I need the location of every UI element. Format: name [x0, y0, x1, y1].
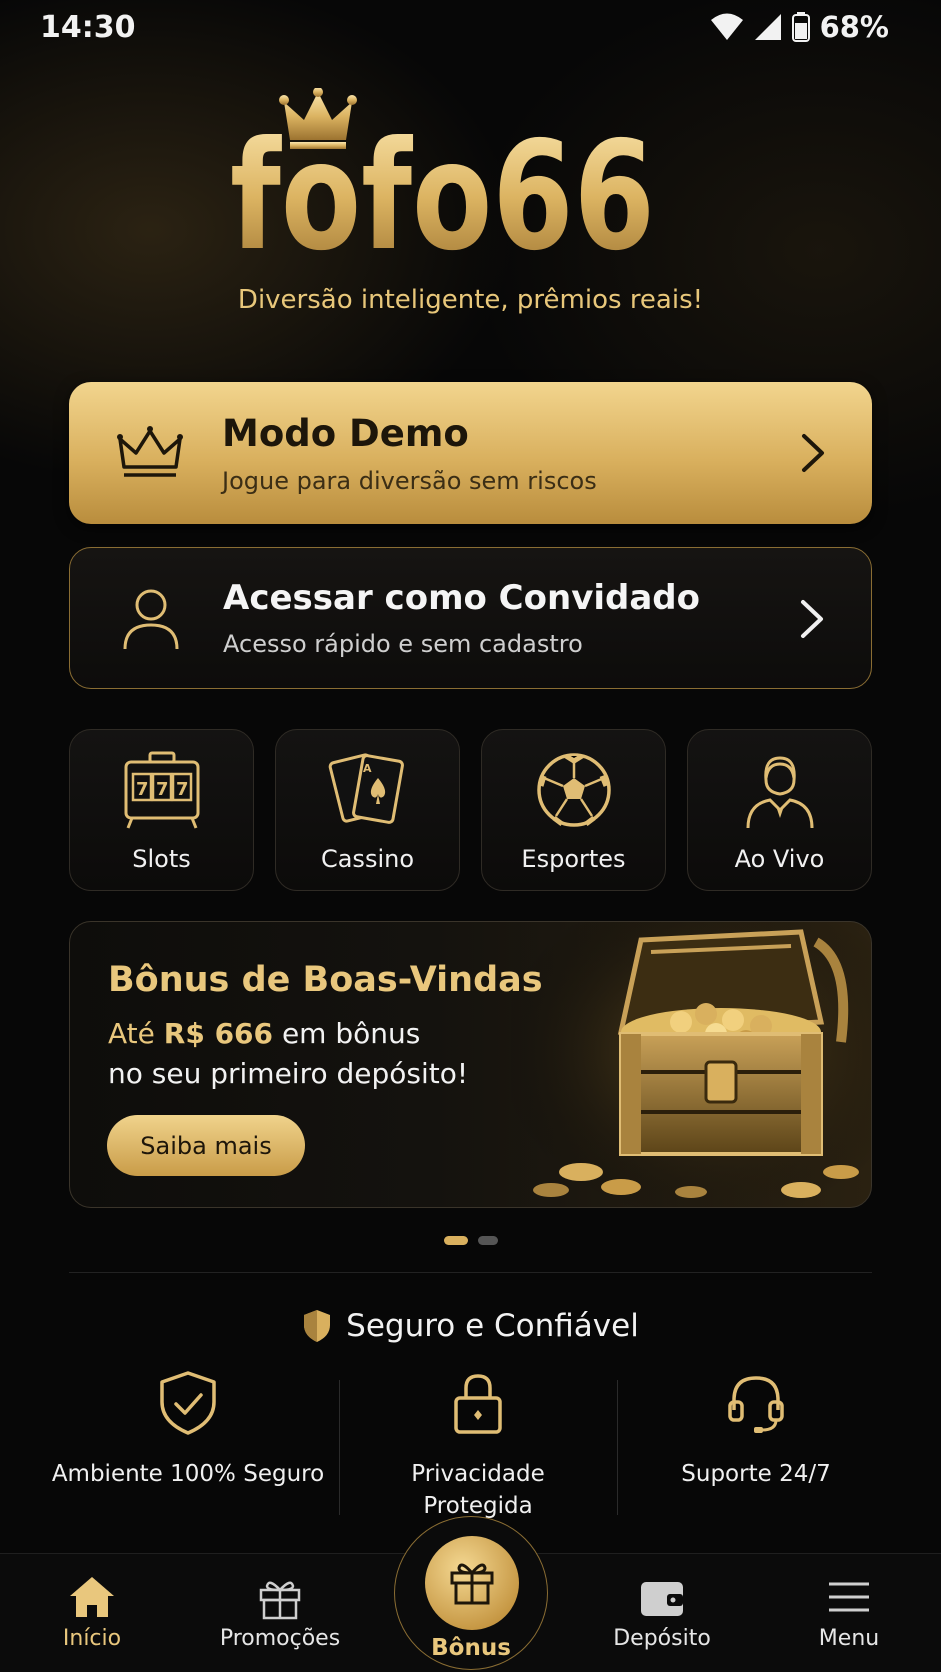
bonus-button[interactable] — [425, 1536, 519, 1630]
learn-more-button[interactable]: Saiba mais — [107, 1115, 305, 1176]
user-icon — [123, 589, 179, 650]
trust-label: Ambiente 100% Seguro — [51, 1461, 325, 1487]
category-esportes[interactable]: Esportes — [481, 729, 666, 891]
brand-logo: fofo66 — [230, 88, 655, 263]
home-icon — [70, 1577, 114, 1617]
nav-home[interactable]: Início — [7, 1554, 177, 1672]
wifi-icon — [710, 13, 743, 40]
nav-deposit-label: Depósito — [613, 1626, 711, 1651]
promo-suffix: em bônus — [281, 1017, 421, 1050]
gift-icon — [259, 1581, 301, 1620]
category-label: Slots — [132, 845, 191, 873]
welcome-bonus-banner[interactable]: Bônus de Boas-Vindas Até R$ 666 em bônus… — [69, 921, 872, 1208]
hamburger-menu-icon — [829, 1582, 869, 1612]
trust-label: Privacidade Protegida — [338, 1458, 618, 1522]
carousel-dot[interactable] — [478, 1236, 498, 1245]
status-bar: 14:30 68% — [0, 0, 941, 56]
chevron-right-icon — [802, 434, 824, 472]
trust-header: Seguro e Confiável — [0, 1308, 941, 1344]
app-screen: 14:30 68% fofo66 Diversão inteligente, p… — [0, 0, 941, 1672]
promo-prefix: Até — [108, 1017, 155, 1050]
category-ao-vivo[interactable]: Ao Vivo — [687, 729, 872, 891]
nav-bonus-label: Bônus — [431, 1635, 511, 1661]
promo-offer-line: Até R$ 666 em bônus — [108, 1017, 420, 1050]
battery-icon — [791, 12, 810, 42]
category-label: Ao Vivo — [734, 845, 825, 873]
battery-percent: 68% — [819, 10, 889, 44]
nav-deposit[interactable]: Depósito — [577, 1554, 747, 1672]
wallet-icon — [641, 1582, 683, 1616]
guest-access-title: Acessar como Convidado — [223, 578, 700, 618]
nav-bonus[interactable]: Bônus — [394, 1516, 548, 1670]
nav-home-label: Início — [62, 1626, 122, 1651]
guest-access-subtitle: Acesso rápido e sem cadastro — [223, 630, 583, 658]
status-time: 14:30 — [40, 10, 136, 45]
cards-icon: A — [328, 753, 404, 824]
nav-menu[interactable]: Menu — [764, 1554, 934, 1672]
promo-title: Bônus de Boas-Vindas — [108, 960, 543, 1000]
shield-icon — [304, 1310, 331, 1342]
promo-detail: no seu primeiro depósito! — [108, 1057, 469, 1090]
svg-text:7: 7 — [136, 779, 149, 800]
gift-icon — [450, 1563, 494, 1605]
carousel-dot-active[interactable] — [444, 1236, 468, 1245]
guest-access-card[interactable]: Acessar como Convidado Acesso rápido e s… — [69, 547, 872, 689]
brand-tagline: Diversão inteligente, prêmios reais! — [237, 285, 704, 315]
nav-promotions[interactable]: Promoções — [195, 1554, 365, 1672]
category-label: Cassino — [320, 845, 415, 873]
signal-icon — [754, 14, 781, 40]
crown-icon — [117, 426, 183, 477]
trust-item-secure: Ambiente 100% Seguro — [48, 1370, 328, 1490]
lock-icon — [454, 1374, 502, 1434]
soccer-ball-icon — [536, 753, 611, 827]
svg-text:A: A — [363, 762, 372, 775]
nav-menu-label: Menu — [818, 1626, 880, 1651]
logo-wordmark: fofo66 — [230, 110, 655, 263]
category-cassino[interactable]: A Cassino — [275, 729, 460, 891]
headset-icon — [728, 1376, 784, 1433]
trust-item-privacy: Privacidade Protegida — [338, 1370, 618, 1522]
carousel-indicator — [444, 1236, 498, 1245]
trust-label-line1: Privacidade — [411, 1461, 545, 1487]
trust-label: Suporte 24/7 — [681, 1461, 831, 1487]
chevron-right-icon — [801, 600, 823, 638]
category-slots[interactable]: 7 7 7 Slots — [69, 729, 254, 891]
shield-check-icon — [160, 1371, 216, 1435]
demo-mode-card[interactable]: Modo Demo Jogue para diversão sem riscos — [69, 382, 872, 524]
trust-title: Seguro e Confiável — [346, 1308, 639, 1344]
promo-amount: R$ 666 — [163, 1017, 274, 1050]
svg-text:7: 7 — [156, 779, 169, 800]
trust-label-line2: Protegida — [423, 1493, 533, 1519]
demo-mode-subtitle: Jogue para diversão sem riscos — [222, 467, 597, 495]
section-divider — [69, 1272, 872, 1273]
treasure-chest-image — [511, 922, 871, 1207]
svg-text:7: 7 — [176, 779, 189, 800]
nav-promotions-label: Promoções — [219, 1626, 341, 1651]
trust-item-support: Suporte 24/7 — [616, 1370, 896, 1490]
status-icons: 68% — [710, 10, 889, 44]
dealer-icon — [746, 756, 813, 829]
category-label: Esportes — [521, 845, 626, 873]
demo-mode-title: Modo Demo — [222, 412, 469, 455]
slot-machine-icon: 7 7 7 — [124, 751, 199, 829]
